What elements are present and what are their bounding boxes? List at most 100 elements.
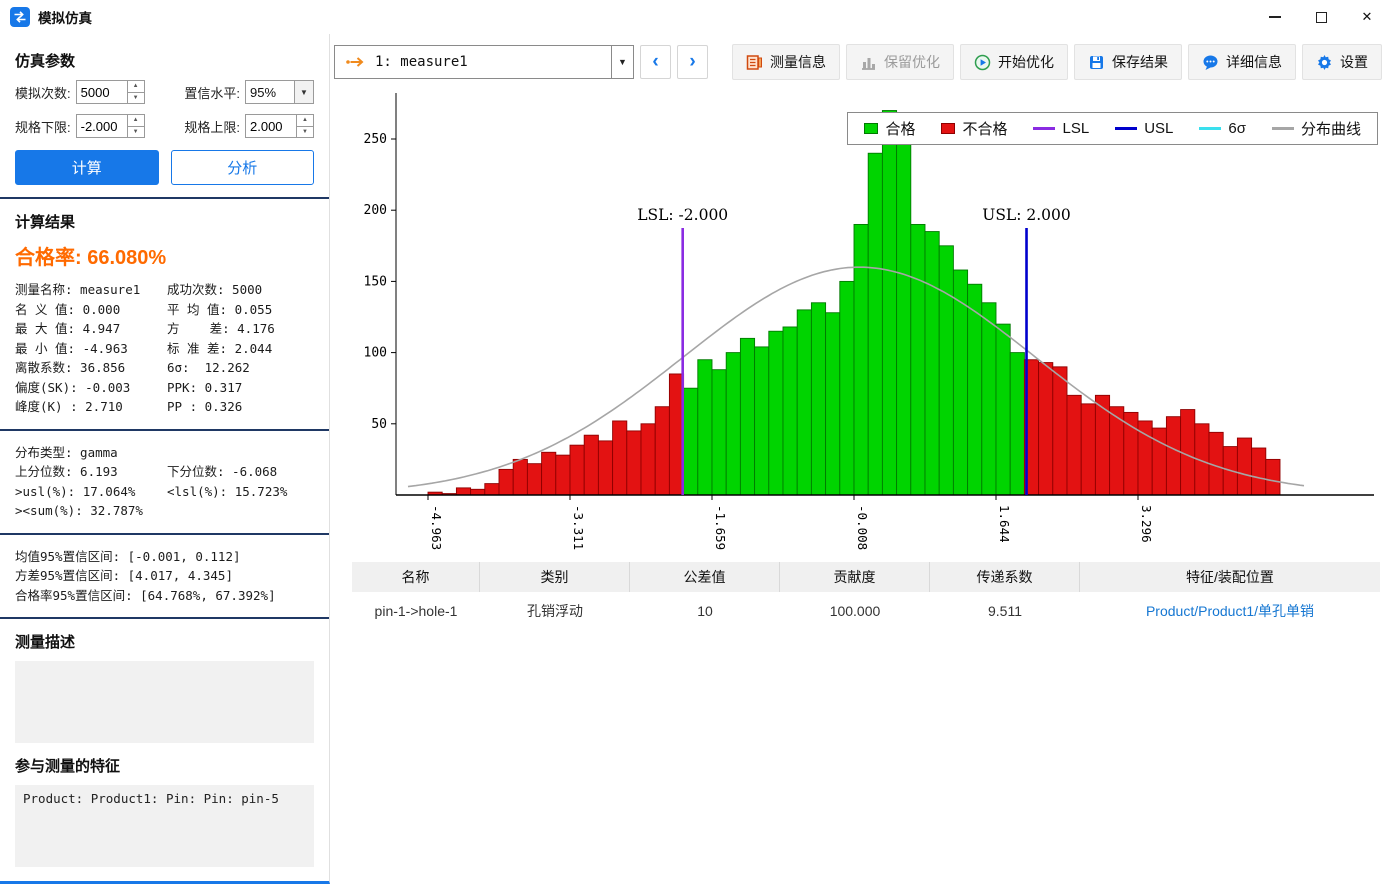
window-title: 模拟仿真	[38, 7, 92, 27]
spec-lower-spinner[interactable]	[76, 114, 145, 138]
sim-count-label: 模拟次数:	[15, 83, 71, 102]
main-panel: 1: measure1 ‹ › 测量信息 保留优化 开始优化	[330, 34, 1390, 884]
fail-swatch-icon	[941, 123, 955, 134]
measure-select[interactable]: 1: measure1	[334, 45, 634, 79]
svg-text:200: 200	[364, 203, 387, 218]
start-optimize-label: 开始优化	[998, 52, 1054, 72]
stat-line: 6σ: 12.262	[167, 358, 314, 378]
sim-count-field: 模拟次数:	[15, 80, 145, 104]
confidence-select[interactable]: 95%	[245, 80, 314, 104]
save-icon	[1088, 54, 1105, 71]
sim-count-input[interactable]	[77, 81, 127, 103]
svg-text:3.296: 3.296	[1139, 505, 1154, 543]
pass-rate: 合格率: 66.080%	[15, 241, 314, 270]
legend-label: 分布曲线	[1301, 118, 1361, 139]
save-results-button[interactable]: 保存结果	[1074, 44, 1182, 80]
minimize-button[interactable]	[1252, 0, 1298, 34]
legend-label: 6σ	[1228, 120, 1246, 137]
histogram-chart: 50100150200250-4.963-3.311-1.659-0.0081.…	[352, 88, 1378, 570]
details-label: 详细信息	[1226, 52, 1282, 72]
usl-line-icon	[1115, 127, 1137, 130]
analyze-button[interactable]: 分析	[171, 150, 315, 185]
svg-text:-3.311: -3.311	[571, 505, 586, 550]
histogram-canvas: 50100150200250-4.963-3.311-1.659-0.0081.…	[352, 88, 1378, 570]
save-results-label: 保存结果	[1112, 52, 1168, 72]
start-optimize-button[interactable]: 开始优化	[960, 44, 1068, 80]
maximize-icon	[1316, 12, 1327, 23]
play-icon	[974, 54, 991, 71]
legend-item: 分布曲线	[1272, 118, 1361, 139]
measure-info-label: 测量信息	[770, 52, 826, 72]
stat-line: 离散系数: 36.856	[15, 358, 167, 378]
divider	[0, 197, 329, 199]
toolbar: 1: measure1 ‹ › 测量信息 保留优化 开始优化	[334, 44, 1382, 80]
stat-line: 均值95%置信区间: [-0.001, 0.112]	[15, 547, 314, 567]
svg-text:USL: 2.000: USL: 2.000	[982, 206, 1071, 224]
results-title: 计算结果	[15, 211, 314, 232]
stat-line: 名 义 值: 0.000	[15, 300, 167, 320]
assembly-position-link[interactable]: Product/Product1/单孔单销	[1080, 601, 1380, 621]
measure-info-button[interactable]: 测量信息	[732, 44, 840, 80]
column-header: 传递系数	[930, 562, 1080, 592]
titlebar: 模拟仿真	[0, 0, 1390, 34]
spinner-arrows-icon[interactable]	[296, 115, 313, 137]
stat-line: 合格率95%置信区间: [64.768%, 67.392%]	[15, 586, 314, 606]
divider	[0, 617, 329, 619]
bar-chart-icon	[860, 54, 877, 71]
svg-text:-4.963: -4.963	[429, 505, 444, 550]
chevron-down-icon[interactable]	[611, 46, 633, 78]
column-header: 公差值	[630, 562, 780, 592]
next-measure-button[interactable]: ›	[677, 45, 708, 79]
action-buttons: 计算 分析	[15, 150, 314, 185]
spec-upper-input[interactable]	[246, 115, 296, 137]
confidence-label: 置信水平:	[184, 83, 240, 102]
stat-line: >usl(%): 17.064%	[15, 482, 167, 502]
legend-item: 不合格	[941, 118, 1007, 139]
sidebar-panel: 仿真参数 模拟次数: 置信水平: 95% 规格下限: 规格上限:	[0, 34, 330, 884]
chat-bubble-icon	[1202, 54, 1219, 71]
measure-arrow-icon	[345, 55, 367, 69]
prev-measure-button[interactable]: ‹	[640, 45, 671, 79]
calculate-button[interactable]: 计算	[15, 150, 159, 185]
settings-button[interactable]: 设置	[1302, 44, 1382, 80]
chart-legend: 合格 不合格 LSL USL 6σ 分布曲线	[847, 112, 1378, 145]
spec-lower-label: 规格下限:	[15, 117, 71, 136]
sim-count-spinner[interactable]	[76, 80, 145, 104]
stat-line: PP : 0.326	[167, 397, 314, 417]
spinner-arrows-icon[interactable]	[127, 115, 144, 137]
legend-item: USL	[1115, 120, 1173, 137]
spinner-arrows-icon[interactable]	[127, 81, 144, 103]
app-icon	[10, 7, 30, 27]
stat-line: 方 差: 4.176	[167, 319, 314, 339]
close-icon	[1362, 8, 1373, 26]
legend-label: USL	[1144, 120, 1173, 137]
cell-contribution: 100.000	[780, 603, 930, 619]
details-button[interactable]: 详细信息	[1188, 44, 1296, 80]
keep-optimize-button[interactable]: 保留优化	[846, 44, 954, 80]
svg-text:50: 50	[371, 417, 387, 432]
confidence-field: 置信水平: 95%	[184, 80, 314, 104]
spec-lower-input[interactable]	[77, 115, 127, 137]
close-button[interactable]	[1344, 0, 1390, 34]
stat-line: 最 小 值: -4.963	[15, 339, 167, 359]
spec-lower-field: 规格下限:	[15, 114, 145, 138]
spec-upper-spinner[interactable]	[245, 114, 314, 138]
svg-text:-1.659: -1.659	[713, 505, 728, 550]
curve-line-icon	[1272, 127, 1294, 130]
keep-optimize-label: 保留优化	[884, 52, 940, 72]
features-title: 参与测量的特征	[15, 755, 314, 776]
legend-label: 合格	[885, 118, 915, 139]
measure-description-input[interactable]	[15, 661, 314, 743]
stat-line: 标 准 差: 2.044	[167, 339, 314, 359]
measure-info-icon	[746, 54, 763, 71]
table-header: 名称 类别 公差值 贡献度 传递系数 特征/装配位置	[352, 562, 1380, 592]
stats-grid: 测量名称: measure1 名 义 值: 0.000 最 大 值: 4.947…	[15, 280, 314, 417]
measure-features-input[interactable]: Product: Product1: Pin: Pin: pin-5	[15, 785, 314, 867]
legend-item: 合格	[864, 118, 915, 139]
maximize-button[interactable]	[1298, 0, 1344, 34]
cell-tolerance: 10	[630, 603, 780, 619]
stat-line: 平 均 值: 0.055	[167, 300, 314, 320]
stat-line: 上分位数: 6.193	[15, 462, 167, 482]
chevron-down-icon[interactable]	[294, 81, 313, 103]
legend-label: LSL	[1062, 120, 1089, 137]
